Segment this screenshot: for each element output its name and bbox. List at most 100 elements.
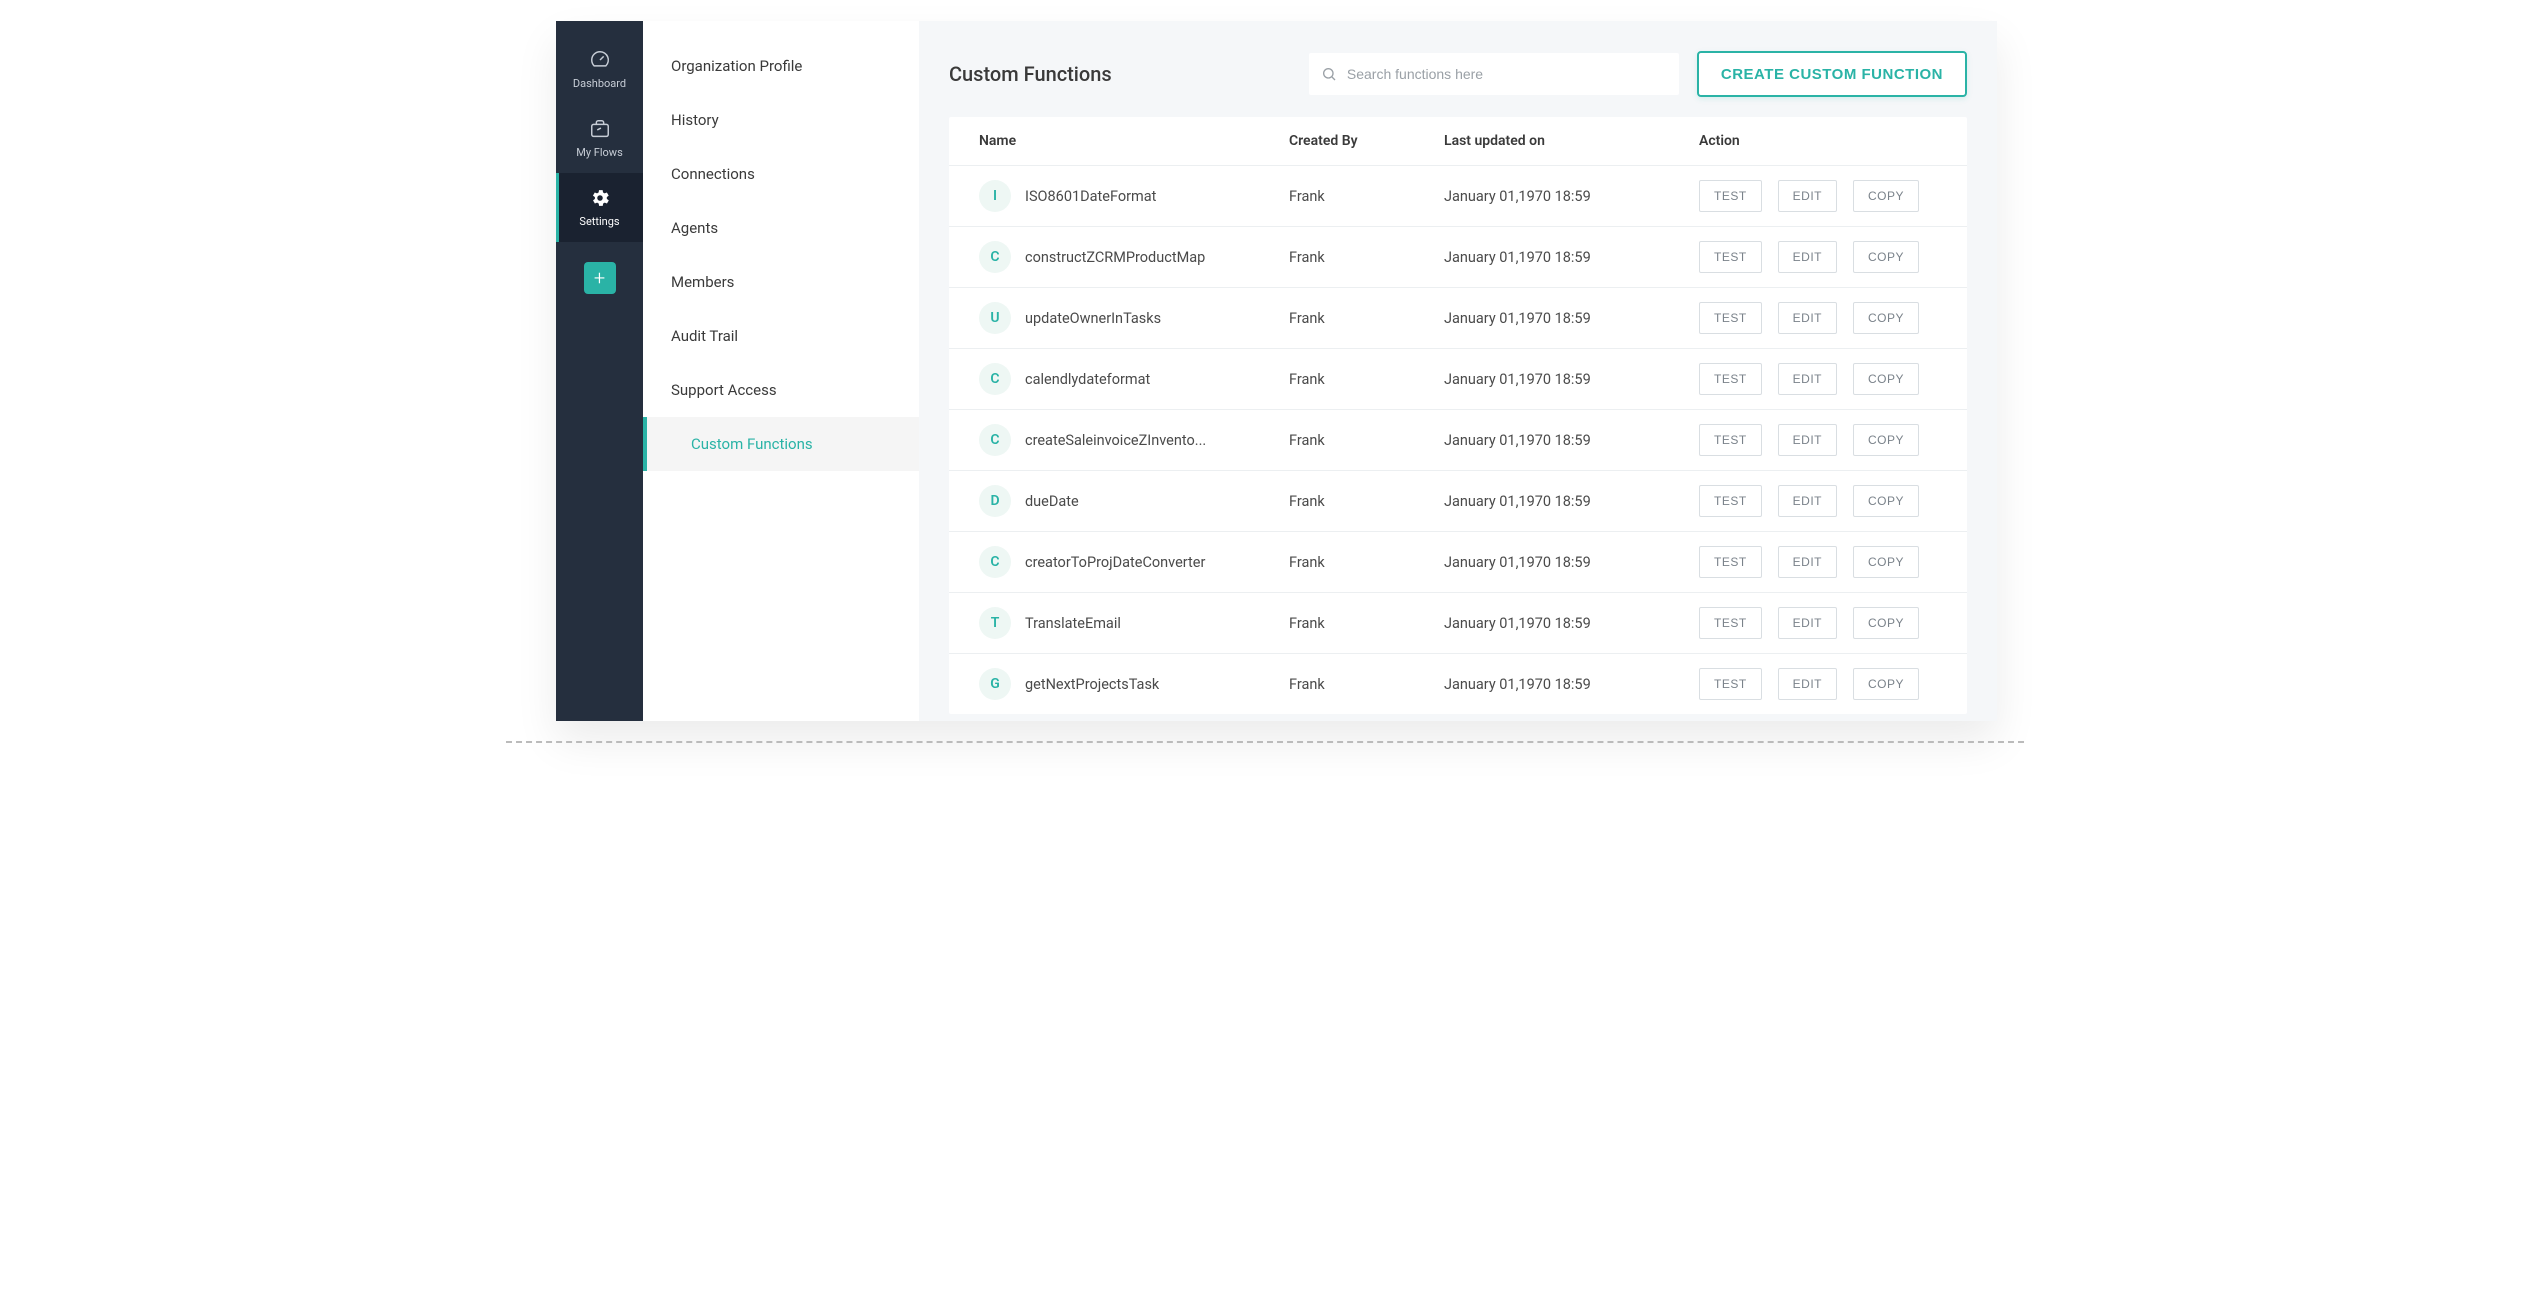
table-header-row: Name Created By Last updated on Action [949,117,1967,166]
row-actions: TEST EDIT COPY [1699,546,1937,578]
row-name: calendlydateformat [1025,371,1289,388]
sidebar-item-audit-trail[interactable]: Audit Trail [643,309,919,363]
sidebar-item-history[interactable]: History [643,93,919,147]
edit-button[interactable]: EDIT [1778,546,1837,578]
edit-button[interactable]: EDIT [1778,302,1837,334]
copy-button[interactable]: COPY [1853,485,1919,517]
row-name: getNextProjectsTask [1025,676,1289,693]
row-actions: TEST EDIT COPY [1699,180,1937,212]
plus-icon: + [594,266,605,290]
edit-button[interactable]: EDIT [1778,485,1837,517]
row-name: TranslateEmail [1025,615,1289,632]
row-created-by: Frank [1289,249,1444,266]
row-created-by: Frank [1289,493,1444,510]
test-button[interactable]: TEST [1699,668,1762,700]
row-avatar: C [979,363,1011,395]
sidebar-item-agents[interactable]: Agents [643,201,919,255]
row-created-by: Frank [1289,432,1444,449]
app-frame: Dashboard My Flows Settings + Organizati… [556,21,1997,721]
test-button[interactable]: TEST [1699,241,1762,273]
briefcase-icon [589,118,611,140]
copy-button[interactable]: COPY [1853,607,1919,639]
row-avatar: I [979,180,1011,212]
copy-button[interactable]: COPY [1853,180,1919,212]
search-icon [1321,66,1337,82]
search-wrap [1309,53,1679,95]
nav-myflows-label: My Flows [576,146,623,159]
row-updated-on: January 01,1970 18:59 [1444,676,1699,693]
edit-button[interactable]: EDIT [1778,668,1837,700]
nav-myflows[interactable]: My Flows [556,104,643,173]
row-created-by: Frank [1289,371,1444,388]
gear-icon [589,187,611,209]
copy-button[interactable]: COPY [1853,668,1919,700]
create-custom-function-button[interactable]: CREATE CUSTOM FUNCTION [1697,51,1967,97]
cutoff-line [506,741,2024,743]
row-avatar: C [979,424,1011,456]
side-menu: Organization ProfileHistoryConnectionsAg… [643,21,919,721]
edit-button[interactable]: EDIT [1778,424,1837,456]
copy-button[interactable]: COPY [1853,546,1919,578]
row-name: ISO8601DateFormat [1025,188,1289,205]
table-row: GgetNextProjectsTaskFrankJanuary 01,1970… [949,654,1967,714]
row-updated-on: January 01,1970 18:59 [1444,310,1699,327]
row-actions: TEST EDIT COPY [1699,668,1937,700]
row-actions: TEST EDIT COPY [1699,302,1937,334]
nav-rail: Dashboard My Flows Settings + [556,21,643,721]
sidebar-item-organization-profile[interactable]: Organization Profile [643,39,919,93]
row-name: creatorToProjDateConverter [1025,554,1289,571]
nav-dashboard[interactable]: Dashboard [556,35,643,104]
test-button[interactable]: TEST [1699,546,1762,578]
copy-button[interactable]: COPY [1853,302,1919,334]
row-created-by: Frank [1289,310,1444,327]
functions-table: Name Created By Last updated on Action I… [949,117,1967,714]
search-input[interactable] [1309,53,1679,95]
test-button[interactable]: TEST [1699,607,1762,639]
row-name: dueDate [1025,493,1289,510]
sidebar-item-custom-functions[interactable]: Custom Functions [643,417,919,471]
row-created-by: Frank [1289,676,1444,693]
test-button[interactable]: TEST [1699,302,1762,334]
table-row: CcreateSaleinvoiceZInvento...FrankJanuar… [949,410,1967,471]
row-name: constructZCRMProductMap [1025,249,1289,266]
table-row: CcreatorToProjDateConverterFrankJanuary … [949,532,1967,593]
test-button[interactable]: TEST [1699,485,1762,517]
edit-button[interactable]: EDIT [1778,607,1837,639]
sidebar-item-support-access[interactable]: Support Access [643,363,919,417]
sidebar-item-members[interactable]: Members [643,255,919,309]
copy-button[interactable]: COPY [1853,241,1919,273]
row-actions: TEST EDIT COPY [1699,363,1937,395]
edit-button[interactable]: EDIT [1778,241,1837,273]
row-updated-on: January 01,1970 18:59 [1444,249,1699,266]
nav-settings-label: Settings [579,215,619,228]
nav-add-button[interactable]: + [584,262,616,294]
col-header-created: Created By [1289,133,1444,149]
col-header-name: Name [979,133,1289,149]
nav-settings[interactable]: Settings [556,173,643,242]
col-header-action: Action [1699,133,1937,149]
row-avatar: G [979,668,1011,700]
row-actions: TEST EDIT COPY [1699,241,1937,273]
page-title: Custom Functions [949,62,1112,86]
row-created-by: Frank [1289,615,1444,632]
table-row: DdueDateFrankJanuary 01,1970 18:59TESTED… [949,471,1967,532]
gauge-icon [589,49,611,71]
row-updated-on: January 01,1970 18:59 [1444,432,1699,449]
row-created-by: Frank [1289,554,1444,571]
copy-button[interactable]: COPY [1853,363,1919,395]
test-button[interactable]: TEST [1699,180,1762,212]
row-actions: TEST EDIT COPY [1699,607,1937,639]
row-avatar: T [979,607,1011,639]
test-button[interactable]: TEST [1699,424,1762,456]
copy-button[interactable]: COPY [1853,424,1919,456]
row-updated-on: January 01,1970 18:59 [1444,188,1699,205]
table-row: UupdateOwnerInTasksFrankJanuary 01,1970 … [949,288,1967,349]
edit-button[interactable]: EDIT [1778,180,1837,212]
row-created-by: Frank [1289,188,1444,205]
row-actions: TEST EDIT COPY [1699,485,1937,517]
main-area: Custom Functions CREATE CUSTOM FUNCTION … [919,21,1997,721]
sidebar-item-connections[interactable]: Connections [643,147,919,201]
test-button[interactable]: TEST [1699,363,1762,395]
table-row: I ISO8601DateFormatFrankJanuary 01,1970 1… [949,166,1967,227]
edit-button[interactable]: EDIT [1778,363,1837,395]
